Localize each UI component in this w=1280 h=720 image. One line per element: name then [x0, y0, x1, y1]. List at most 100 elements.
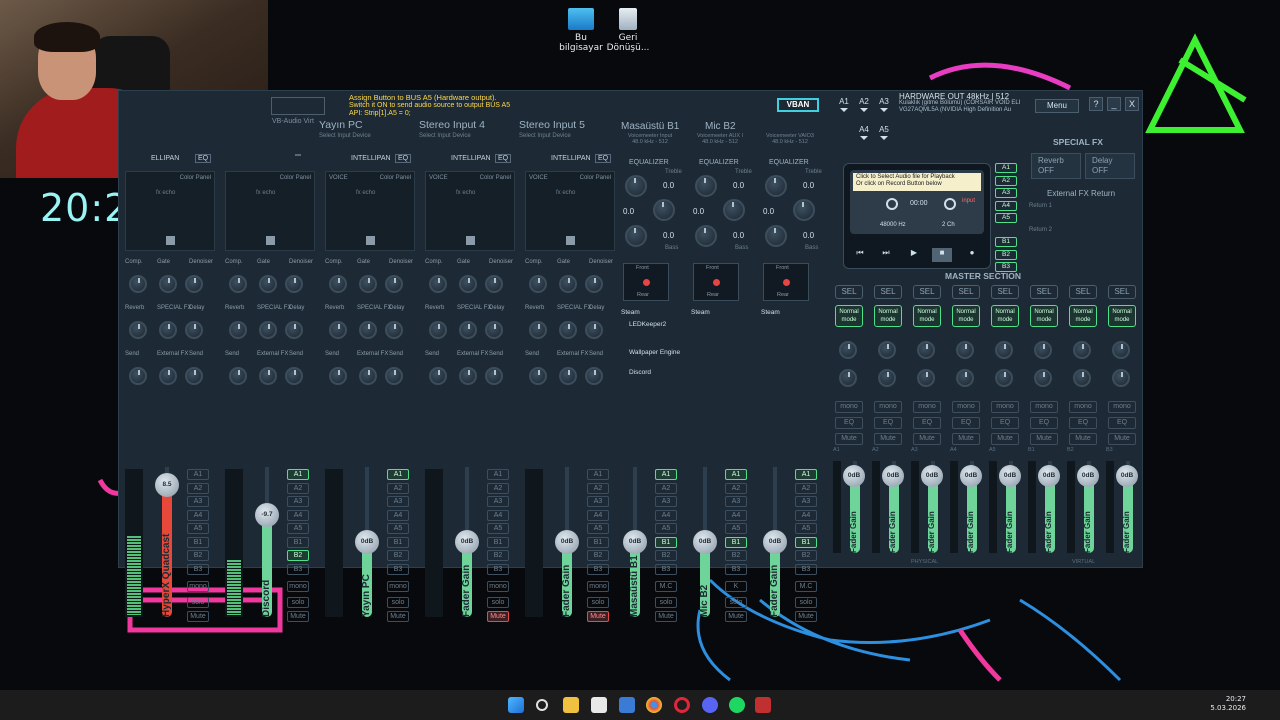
- bus-button-b1[interactable]: B1: [287, 536, 309, 548]
- sel-button[interactable]: SEL: [913, 285, 941, 299]
- bus-button-a4[interactable]: A4: [587, 509, 609, 521]
- app-steam[interactable]: Steam: [691, 309, 710, 316]
- knob[interactable]: [385, 275, 403, 293]
- pan-cursor[interactable]: [266, 236, 275, 245]
- solo-button[interactable]: solo: [287, 597, 309, 608]
- mono-button[interactable]: mono: [187, 581, 209, 592]
- eq-button[interactable]: [295, 154, 301, 156]
- mono-button[interactable]: mono: [287, 581, 309, 592]
- app-wallpaper-engine[interactable]: Wallpaper Engine: [629, 349, 680, 356]
- intellipan-label[interactable]: ELLIPAN: [151, 155, 179, 162]
- recorder-route-a5[interactable]: A5: [995, 213, 1017, 223]
- bus-button-b3[interactable]: B3: [655, 563, 677, 575]
- bus-knob[interactable]: [956, 341, 974, 359]
- voicemeeter-taskbar-icon[interactable]: [755, 697, 771, 713]
- knob[interactable]: [159, 275, 177, 293]
- eq-knob[interactable]: [653, 199, 675, 221]
- bus-button-a2[interactable]: A2: [587, 482, 609, 494]
- normal-mode-button[interactable]: Normal mode: [1069, 305, 1097, 327]
- mute-button[interactable]: Mute: [725, 611, 747, 622]
- mute-button[interactable]: Mute: [1069, 433, 1097, 445]
- bus-button-a1[interactable]: A1: [795, 469, 817, 480]
- bus-button-b3[interactable]: B3: [187, 563, 209, 575]
- recorder-route-a2[interactable]: A2: [995, 175, 1017, 186]
- mono-button[interactable]: mono: [387, 581, 409, 592]
- file-explorer-icon[interactable]: [563, 697, 579, 713]
- surround-panner[interactable]: Front Rear: [763, 263, 809, 301]
- surround-panner[interactable]: Front Rear: [623, 263, 669, 301]
- bus-knob[interactable]: [878, 341, 896, 359]
- bus-button-a1[interactable]: A1: [287, 469, 309, 480]
- mute-button[interactable]: Mute: [1108, 433, 1136, 445]
- knob[interactable]: [159, 321, 177, 339]
- knob[interactable]: [329, 275, 347, 293]
- bus-button-a5[interactable]: A5: [655, 523, 677, 534]
- mute-button[interactable]: Mute: [487, 611, 509, 622]
- bus-button-a4[interactable]: A4: [187, 509, 209, 521]
- mute-button[interactable]: Mute: [874, 433, 902, 445]
- mono-button[interactable]: mono: [874, 401, 902, 413]
- bus-button-a3[interactable]: A3: [725, 496, 747, 507]
- knob[interactable]: [559, 367, 577, 385]
- bus-button-b1[interactable]: B1: [587, 536, 609, 548]
- mono-button[interactable]: mono: [1069, 401, 1097, 413]
- bus-button-b1[interactable]: B1: [187, 536, 209, 548]
- knob[interactable]: [259, 275, 277, 293]
- fader-knob[interactable]: -9.7: [255, 503, 279, 527]
- eq-knob[interactable]: [765, 225, 787, 247]
- app-steam[interactable]: Steam: [621, 309, 640, 316]
- bus-button-a2[interactable]: A2: [387, 482, 409, 494]
- bus-button-a3[interactable]: A3: [795, 496, 817, 507]
- virtual-strip-title[interactable]: Masaüstü B1: [621, 121, 679, 132]
- knob[interactable]: [185, 367, 203, 385]
- pan-cursor[interactable]: [466, 236, 475, 245]
- reverb-toggle[interactable]: Reverb OFF: [1031, 153, 1081, 179]
- eq-knob[interactable]: [695, 225, 717, 247]
- solo-button[interactable]: solo: [587, 597, 609, 608]
- eq-knob[interactable]: [765, 175, 787, 197]
- bus-button-a1[interactable]: A1: [655, 469, 677, 480]
- search-icon[interactable]: [536, 699, 548, 711]
- knob[interactable]: [229, 367, 247, 385]
- eq-knob[interactable]: [723, 199, 745, 221]
- knob[interactable]: [429, 275, 447, 293]
- bus-knob[interactable]: [1034, 369, 1052, 387]
- knob[interactable]: [485, 367, 503, 385]
- bus-button-a4[interactable]: A4: [487, 509, 509, 521]
- bus-button-a5[interactable]: A5: [487, 523, 509, 534]
- desktop-icon-recycle-bin[interactable]: Geri Dönüşü...: [600, 8, 656, 53]
- knob[interactable]: [185, 321, 203, 339]
- mute-button[interactable]: Mute: [835, 433, 863, 445]
- rewind-icon[interactable]: ⏮: [850, 248, 870, 262]
- hw-out-a5[interactable]: A5: [877, 125, 891, 140]
- bus-button-b1[interactable]: B1: [795, 536, 817, 548]
- pan-cursor[interactable]: [166, 236, 175, 245]
- bus-button-b2[interactable]: B2: [487, 550, 509, 561]
- eq-button[interactable]: EQ: [195, 154, 212, 163]
- bus-button-a2[interactable]: A2: [487, 482, 509, 494]
- bus-button-a3[interactable]: A3: [487, 496, 509, 507]
- mc-button[interactable]: M.C: [655, 581, 677, 592]
- intellipan-label[interactable]: INTELLIPAN: [551, 155, 591, 162]
- bus-button-b2[interactable]: B2: [795, 550, 817, 561]
- knob[interactable]: [529, 275, 547, 293]
- mute-button[interactable]: Mute: [587, 611, 609, 622]
- mute-button[interactable]: Mute: [795, 611, 817, 622]
- bus-button-a1[interactable]: A1: [725, 469, 747, 480]
- close-button[interactable]: X: [1125, 97, 1139, 111]
- eq-button[interactable]: EQ: [874, 417, 902, 429]
- eq-button[interactable]: EQ: [595, 154, 612, 163]
- bus-button-a3[interactable]: A3: [387, 496, 409, 507]
- mono-button[interactable]: mono: [835, 401, 863, 413]
- mute-button[interactable]: Mute: [387, 611, 409, 622]
- mono-button[interactable]: mono: [487, 581, 509, 592]
- bus-button-b3[interactable]: B3: [587, 563, 609, 575]
- app-discord[interactable]: Discord: [629, 369, 651, 376]
- bus-button-b1[interactable]: B1: [487, 536, 509, 548]
- bus-button-a3[interactable]: A3: [287, 496, 309, 507]
- knob[interactable]: [459, 321, 477, 339]
- strip-title[interactable]: Stereo Input 5: [519, 119, 585, 131]
- bus-button-b2[interactable]: B2: [287, 550, 309, 561]
- bus-button-a1[interactable]: A1: [487, 469, 509, 480]
- rec-gear-icon[interactable]: [886, 198, 898, 210]
